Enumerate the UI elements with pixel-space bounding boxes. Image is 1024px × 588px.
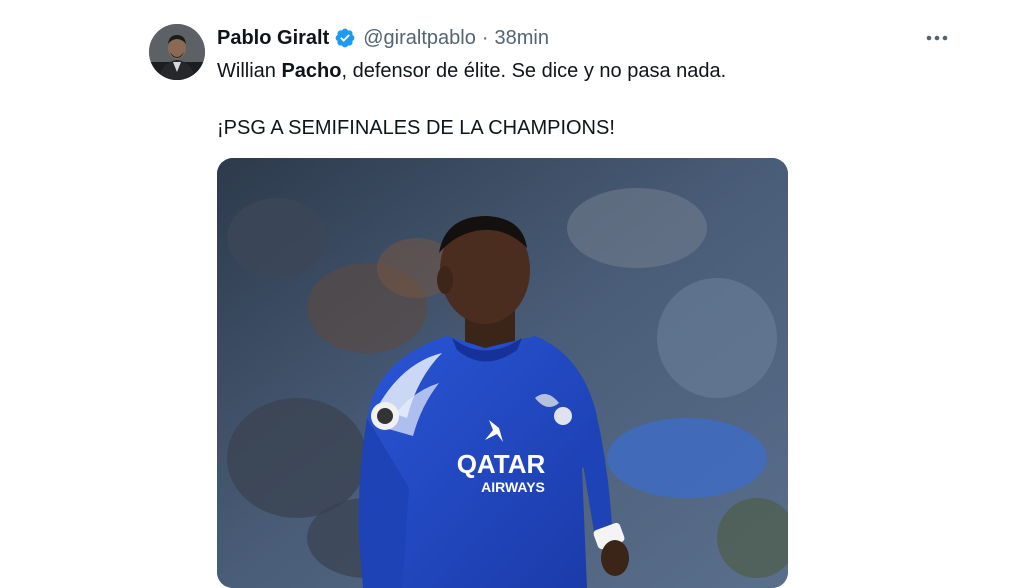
tweet-media-image[interactable]: QATAR AIRWAYS — [217, 158, 788, 588]
author-handle[interactable]: @giraltpablo — [363, 27, 476, 50]
jersey-sponsor-line1: QATAR — [457, 449, 546, 479]
verified-badge-icon — [334, 27, 356, 49]
author-avatar[interactable] — [149, 24, 205, 80]
tweet-text-bold: Pacho — [281, 60, 342, 82]
more-horizontal-icon[interactable] — [922, 24, 952, 52]
header-separator: · — [481, 26, 489, 49]
tweet-text-line-2: ¡PSG A SEMIFINALES DE LA CHAMPIONS! — [217, 117, 615, 139]
tweet-text-part: , defensor de élite. Se dice y no pasa n… — [341, 60, 727, 82]
avatar-image — [149, 24, 205, 80]
player-photo: QATAR AIRWAYS — [217, 158, 788, 588]
tweet-header: Pablo Giralt @giraltpablo · 38min — [217, 24, 549, 52]
tweet-text-part: Willian — [217, 60, 282, 82]
tweet-text-line-1: Willian Pacho, defensor de élite. Se dic… — [217, 60, 726, 83]
jersey-sponsor-line2: AIRWAYS — [481, 479, 545, 495]
tweet-timestamp[interactable]: 38min — [495, 27, 549, 50]
author-name[interactable]: Pablo Giralt — [217, 27, 329, 50]
